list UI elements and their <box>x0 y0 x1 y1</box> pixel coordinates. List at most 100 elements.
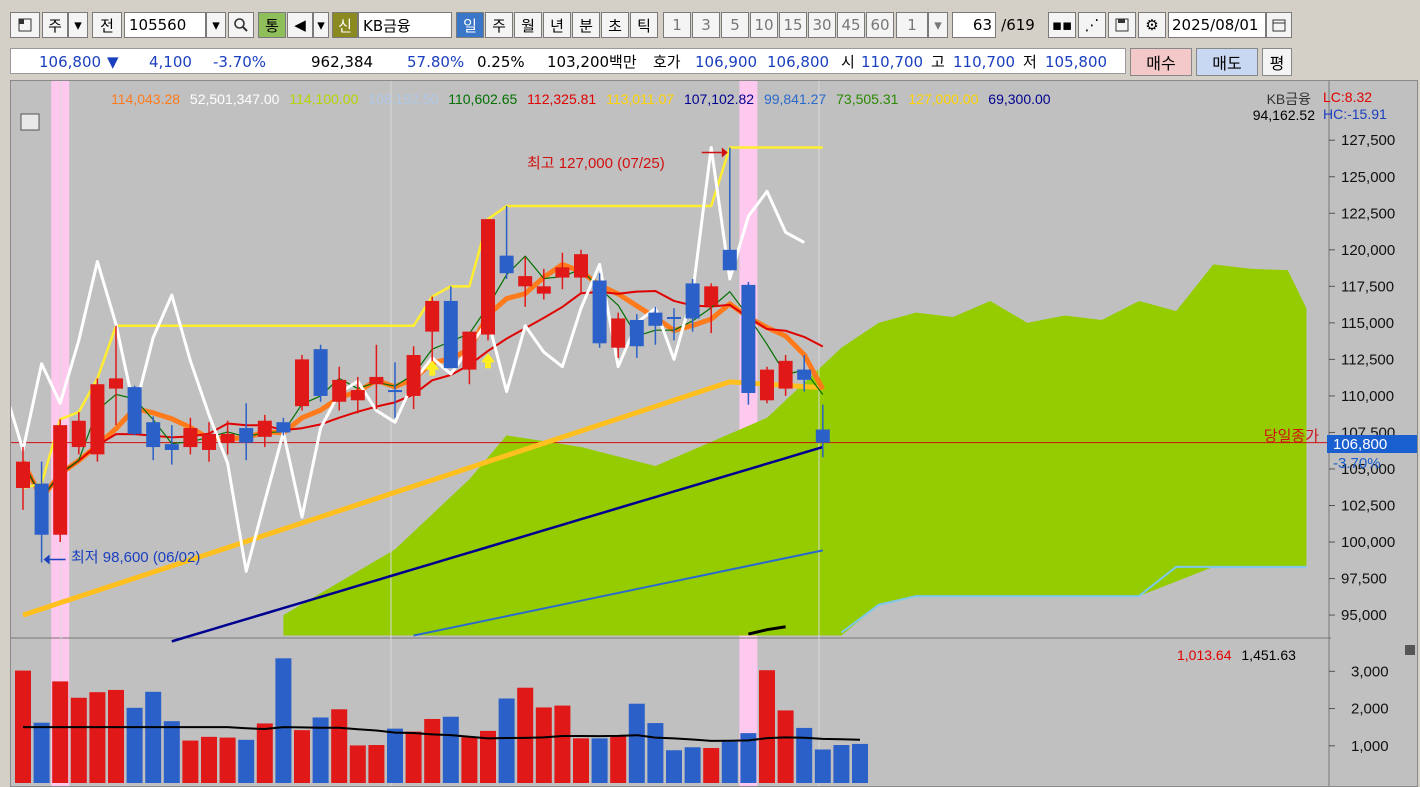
minute-1-button[interactable]: 1 <box>663 12 691 38</box>
candle-body <box>53 425 68 535</box>
tong-button[interactable]: 통 <box>258 12 286 38</box>
volume-bar <box>182 740 199 783</box>
gear-icon: ⚙ <box>1145 16 1159 34</box>
stock-name-field[interactable]: KB금융 <box>358 12 452 38</box>
close-pane-icon[interactable] <box>1405 645 1415 655</box>
period-tab-week[interactable]: 주 <box>485 12 513 38</box>
zigzag-icon: ⋰ <box>1084 16 1100 34</box>
search-icon <box>234 18 248 32</box>
count-dropdown-icon[interactable]: ▾ <box>928 12 948 38</box>
grid-toggle-icon[interactable] <box>20 113 40 131</box>
speaker-button[interactable]: ◀ <box>287 12 313 38</box>
balance-button[interactable]: 평 <box>1262 48 1292 76</box>
minute-30-button[interactable]: 30 <box>808 12 836 38</box>
volume-bar <box>777 710 794 783</box>
volume-bar <box>703 748 720 783</box>
candle-body <box>778 360 793 389</box>
volume-bar <box>814 749 831 783</box>
y-tick-label: 95,000 <box>1341 607 1387 624</box>
turnover-value: 0.25% <box>477 53 525 71</box>
minute-3-button[interactable]: 3 <box>692 12 720 38</box>
candle-body <box>164 444 179 450</box>
line-style-button[interactable]: ⋰ <box>1078 12 1106 38</box>
candle-body <box>704 286 719 306</box>
price-chart[interactable]: 127,500 125,000 122,500 120,000 117,500 115,0… <box>11 81 1418 787</box>
candle-body <box>611 318 626 348</box>
candle-body <box>536 286 551 294</box>
volume-bar <box>424 718 441 783</box>
legend-stock-name: KB금융 <box>1267 91 1312 107</box>
sell-button[interactable]: 매도 <box>1196 48 1258 76</box>
speaker-dropdown-icon[interactable]: ▾ <box>313 12 329 38</box>
period-tab-month[interactable]: 월 <box>514 12 542 38</box>
count-input[interactable]: 1 <box>896 12 928 38</box>
svg-text:1,013.64 1,451.63: 1,013.64 1,451.63 <box>1177 647 1296 663</box>
candle-body <box>127 387 142 434</box>
period-tab-tick[interactable]: 틱 <box>630 12 658 38</box>
down-arrow-icon: ▼ <box>107 53 119 71</box>
volume-bar <box>759 670 775 783</box>
minute-5-button[interactable]: 5 <box>721 12 749 38</box>
highest-line <box>22 146 823 490</box>
period-tab-second[interactable]: 초 <box>601 12 629 38</box>
minute-15-button[interactable]: 15 <box>779 12 807 38</box>
low-price: 105,800 <box>1045 53 1108 71</box>
volume-bar <box>219 737 236 783</box>
code-input[interactable]: 105560 <box>124 12 206 38</box>
code-dropdown-icon[interactable]: ▾ <box>206 12 226 38</box>
layout-icon[interactable] <box>10 12 40 38</box>
volume-bar <box>89 692 106 783</box>
period-tab-year[interactable]: 년 <box>543 12 571 38</box>
candle-body <box>220 433 235 443</box>
save-button[interactable] <box>1108 12 1136 38</box>
volume-bar <box>349 745 366 783</box>
search-button[interactable] <box>228 12 254 38</box>
buy-button[interactable]: 매수 <box>1130 48 1192 76</box>
candle-body <box>760 369 774 401</box>
page-current-input[interactable]: 63 <box>952 12 996 38</box>
legend-item: 73,505.31 <box>836 91 898 107</box>
bid-price: 106,800 <box>767 53 830 71</box>
minute-45-button[interactable]: 45 <box>837 12 865 38</box>
candle-body <box>350 390 365 401</box>
chart-area[interactable]: 127,500 125,000 122,500 120,000 117,500 115,0… <box>10 80 1418 787</box>
low-annotation: 최저 98,600 (06/02) <box>71 549 200 566</box>
calendar-button[interactable] <box>1266 12 1292 38</box>
y-tick-label: 115,000 <box>1341 315 1394 332</box>
minute-10-button[interactable]: 10 <box>750 12 778 38</box>
legend-item: 99,841.27 <box>764 91 826 107</box>
volume-bar <box>684 747 701 783</box>
jeon-button[interactable]: 전 <box>92 12 122 38</box>
y-tick-label: 122,500 <box>1341 205 1395 222</box>
quote-bar: 106,800 ▼ 4,100 -3.70% 962,384 57.80% 0.… <box>10 48 1126 74</box>
volume-bar <box>554 705 571 783</box>
market-select[interactable]: 주 <box>42 12 68 38</box>
volume-ratio: 57.80% <box>407 53 465 71</box>
volume-value: 962,384 <box>311 53 374 71</box>
period-tab-day[interactable]: 일 <box>456 12 484 38</box>
volume-bar <box>796 727 813 783</box>
candle-body <box>295 359 309 407</box>
candle-body <box>518 276 533 287</box>
y-tick-label: 100,000 <box>1341 534 1395 551</box>
date-input[interactable]: 2025/08/01 <box>1168 12 1266 38</box>
volume-bar <box>610 735 627 783</box>
settings-button[interactable]: ⚙ <box>1138 12 1166 38</box>
volume-bar <box>517 687 534 783</box>
period-tab-minute[interactable]: 분 <box>572 12 600 38</box>
candle-style-button[interactable]: ▪▪ <box>1048 12 1076 38</box>
legend-item: 107,102.82 <box>684 91 754 107</box>
vol-tick-label: 2,000 <box>1351 701 1389 718</box>
volume-bar <box>201 736 217 783</box>
candle-body <box>16 461 30 488</box>
volume-bar <box>833 745 850 783</box>
market-dropdown-icon[interactable]: ▾ <box>68 12 88 38</box>
vol-legend-item: 1,451.63 <box>1241 647 1296 663</box>
candle-body <box>815 429 830 443</box>
candle-body <box>34 483 49 535</box>
legend-item: 127,000.00 <box>908 91 978 107</box>
minute-60-button[interactable]: 60 <box>866 12 894 38</box>
amount-value: 103,200백만 <box>547 53 637 71</box>
sin-button[interactable]: 신 <box>332 12 358 38</box>
volume-bar <box>498 698 515 783</box>
